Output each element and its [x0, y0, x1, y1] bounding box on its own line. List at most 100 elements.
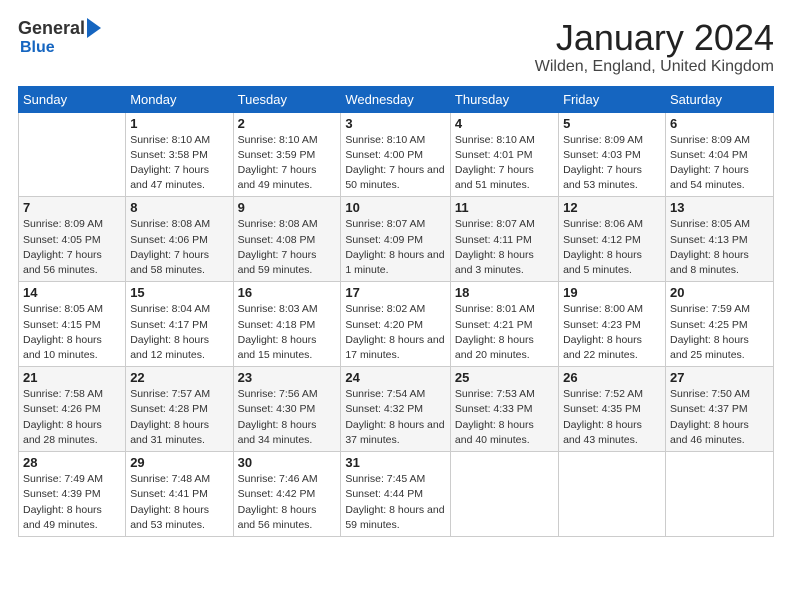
sunset-text: Sunset: 3:59 PM [238, 149, 316, 161]
sunrise-text: Sunrise: 7:52 AM [563, 388, 643, 400]
day-number: 26 [563, 370, 661, 385]
sunset-text: Sunset: 4:04 PM [670, 149, 748, 161]
calendar-cell-w3-d5: 18 Sunrise: 8:01 AM Sunset: 4:21 PM Dayl… [450, 282, 558, 367]
day-info: Sunrise: 8:05 AM Sunset: 4:15 PM Dayligh… [23, 302, 121, 363]
calendar-cell-w3-d2: 15 Sunrise: 8:04 AM Sunset: 4:17 PM Dayl… [126, 282, 233, 367]
sunrise-text: Sunrise: 8:01 AM [455, 303, 535, 315]
day-info: Sunrise: 8:05 AM Sunset: 4:13 PM Dayligh… [670, 217, 769, 278]
day-info: Sunrise: 7:45 AM Sunset: 4:44 PM Dayligh… [345, 472, 446, 533]
day-info: Sunrise: 7:48 AM Sunset: 4:41 PM Dayligh… [130, 472, 228, 533]
day-number: 12 [563, 200, 661, 215]
sunrise-text: Sunrise: 7:56 AM [238, 388, 318, 400]
day-number: 27 [670, 370, 769, 385]
day-number: 13 [670, 200, 769, 215]
daylight-text: Daylight: 7 hours and 58 minutes. [130, 249, 209, 276]
sunset-text: Sunset: 4:03 PM [563, 149, 641, 161]
calendar-cell-w3-d4: 17 Sunrise: 8:02 AM Sunset: 4:20 PM Dayl… [341, 282, 451, 367]
sunset-text: Sunset: 4:12 PM [563, 234, 641, 246]
sunset-text: Sunset: 4:00 PM [345, 149, 423, 161]
sunrise-text: Sunrise: 8:04 AM [130, 303, 210, 315]
calendar-cell-w1-d2: 1 Sunrise: 8:10 AM Sunset: 3:58 PM Dayli… [126, 112, 233, 197]
day-info: Sunrise: 8:04 AM Sunset: 4:17 PM Dayligh… [130, 302, 228, 363]
daylight-text: Daylight: 8 hours and 37 minutes. [345, 419, 444, 446]
week-row-1: 1 Sunrise: 8:10 AM Sunset: 3:58 PM Dayli… [19, 112, 774, 197]
sunrise-text: Sunrise: 8:05 AM [23, 303, 103, 315]
day-info: Sunrise: 7:50 AM Sunset: 4:37 PM Dayligh… [670, 387, 769, 448]
sunrise-text: Sunrise: 7:45 AM [345, 473, 425, 485]
calendar-cell-w2-d3: 9 Sunrise: 8:08 AM Sunset: 4:08 PM Dayli… [233, 197, 341, 282]
day-number: 9 [238, 200, 337, 215]
sunrise-text: Sunrise: 8:03 AM [238, 303, 318, 315]
header-wednesday: Wednesday [341, 86, 451, 112]
daylight-text: Daylight: 8 hours and 15 minutes. [238, 334, 317, 361]
day-info: Sunrise: 7:56 AM Sunset: 4:30 PM Dayligh… [238, 387, 337, 448]
daylight-text: Daylight: 8 hours and 49 minutes. [23, 504, 102, 531]
sunrise-text: Sunrise: 8:05 AM [670, 218, 750, 230]
sunrise-text: Sunrise: 8:09 AM [23, 218, 103, 230]
header: General Blue January 2024 Wilden, Englan… [18, 18, 774, 76]
logo-blue-text: Blue [20, 39, 55, 57]
daylight-text: Daylight: 8 hours and 25 minutes. [670, 334, 749, 361]
header-sunday: Sunday [19, 86, 126, 112]
daylight-text: Daylight: 8 hours and 40 minutes. [455, 419, 534, 446]
calendar-cell-w1-d7: 6 Sunrise: 8:09 AM Sunset: 4:04 PM Dayli… [665, 112, 773, 197]
sunset-text: Sunset: 4:37 PM [670, 403, 748, 415]
daylight-text: Daylight: 8 hours and 59 minutes. [345, 504, 444, 531]
calendar-cell-w5-d1: 28 Sunrise: 7:49 AM Sunset: 4:39 PM Dayl… [19, 452, 126, 537]
daylight-text: Daylight: 8 hours and 43 minutes. [563, 419, 642, 446]
day-info: Sunrise: 7:58 AM Sunset: 4:26 PM Dayligh… [23, 387, 121, 448]
sunrise-text: Sunrise: 7:57 AM [130, 388, 210, 400]
daylight-text: Daylight: 8 hours and 28 minutes. [23, 419, 102, 446]
sunset-text: Sunset: 4:21 PM [455, 319, 533, 331]
day-info: Sunrise: 8:08 AM Sunset: 4:06 PM Dayligh… [130, 217, 228, 278]
sunrise-text: Sunrise: 8:10 AM [238, 134, 318, 146]
sunset-text: Sunset: 4:23 PM [563, 319, 641, 331]
page: General Blue January 2024 Wilden, Englan… [0, 0, 792, 612]
header-saturday: Saturday [665, 86, 773, 112]
sunset-text: Sunset: 4:17 PM [130, 319, 208, 331]
day-number: 17 [345, 285, 446, 300]
sunrise-text: Sunrise: 8:02 AM [345, 303, 425, 315]
day-number: 19 [563, 285, 661, 300]
sunset-text: Sunset: 4:35 PM [563, 403, 641, 415]
sunset-text: Sunset: 4:09 PM [345, 234, 423, 246]
daylight-text: Daylight: 8 hours and 34 minutes. [238, 419, 317, 446]
day-info: Sunrise: 8:07 AM Sunset: 4:11 PM Dayligh… [455, 217, 554, 278]
day-info: Sunrise: 7:53 AM Sunset: 4:33 PM Dayligh… [455, 387, 554, 448]
sunset-text: Sunset: 4:39 PM [23, 488, 101, 500]
sunset-text: Sunset: 4:25 PM [670, 319, 748, 331]
day-number: 6 [670, 116, 769, 131]
header-tuesday: Tuesday [233, 86, 341, 112]
day-info: Sunrise: 7:49 AM Sunset: 4:39 PM Dayligh… [23, 472, 121, 533]
daylight-text: Daylight: 8 hours and 53 minutes. [130, 504, 209, 531]
daylight-text: Daylight: 8 hours and 8 minutes. [670, 249, 749, 276]
daylight-text: Daylight: 8 hours and 10 minutes. [23, 334, 102, 361]
day-info: Sunrise: 7:46 AM Sunset: 4:42 PM Dayligh… [238, 472, 337, 533]
daylight-text: Daylight: 7 hours and 51 minutes. [455, 164, 534, 191]
logo-general-text: General [18, 18, 85, 39]
calendar-cell-w1-d3: 2 Sunrise: 8:10 AM Sunset: 3:59 PM Dayli… [233, 112, 341, 197]
sunset-text: Sunset: 4:11 PM [455, 234, 532, 246]
daylight-text: Daylight: 7 hours and 59 minutes. [238, 249, 317, 276]
daylight-text: Daylight: 7 hours and 50 minutes. [345, 164, 444, 191]
calendar-cell-w2-d7: 13 Sunrise: 8:05 AM Sunset: 4:13 PM Dayl… [665, 197, 773, 282]
calendar-cell-w4-d4: 24 Sunrise: 7:54 AM Sunset: 4:32 PM Dayl… [341, 367, 451, 452]
daylight-text: Daylight: 8 hours and 5 minutes. [563, 249, 642, 276]
calendar-cell-w3-d6: 19 Sunrise: 8:00 AM Sunset: 4:23 PM Dayl… [559, 282, 666, 367]
week-row-2: 7 Sunrise: 8:09 AM Sunset: 4:05 PM Dayli… [19, 197, 774, 282]
day-number: 18 [455, 285, 554, 300]
sunset-text: Sunset: 4:20 PM [345, 319, 423, 331]
calendar-cell-w5-d2: 29 Sunrise: 7:48 AM Sunset: 4:41 PM Dayl… [126, 452, 233, 537]
title-block: January 2024 Wilden, England, United Kin… [535, 18, 774, 76]
daylight-text: Daylight: 8 hours and 46 minutes. [670, 419, 749, 446]
sunrise-text: Sunrise: 7:58 AM [23, 388, 103, 400]
week-row-5: 28 Sunrise: 7:49 AM Sunset: 4:39 PM Dayl… [19, 452, 774, 537]
daylight-text: Daylight: 8 hours and 12 minutes. [130, 334, 209, 361]
day-info: Sunrise: 8:09 AM Sunset: 4:05 PM Dayligh… [23, 217, 121, 278]
sunrise-text: Sunrise: 7:53 AM [455, 388, 535, 400]
daylight-text: Daylight: 7 hours and 53 minutes. [563, 164, 642, 191]
day-info: Sunrise: 8:02 AM Sunset: 4:20 PM Dayligh… [345, 302, 446, 363]
calendar-cell-w2-d4: 10 Sunrise: 8:07 AM Sunset: 4:09 PM Dayl… [341, 197, 451, 282]
calendar-cell-w1-d1 [19, 112, 126, 197]
day-info: Sunrise: 7:59 AM Sunset: 4:25 PM Dayligh… [670, 302, 769, 363]
